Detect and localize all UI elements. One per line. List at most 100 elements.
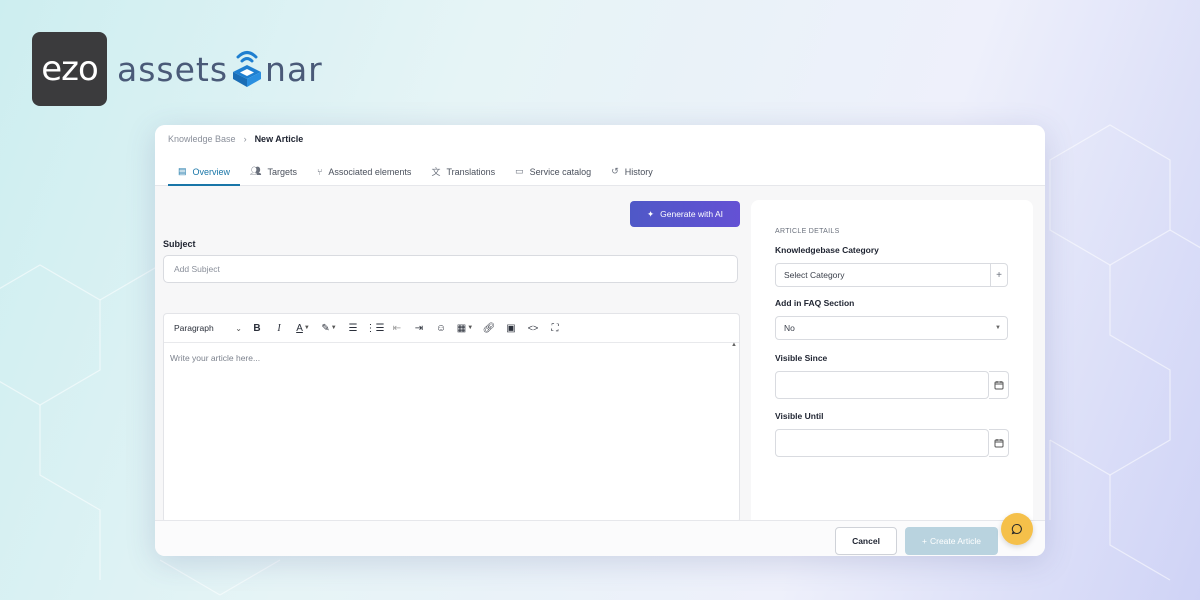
code-icon: <> [527,323,539,333]
visible-since-input[interactable] [775,371,989,399]
indent-icon: ⇥ [414,322,424,334]
block-format-value: Paragraph [174,323,214,333]
breadcrumb: Knowledge Base › New Article [168,134,303,144]
tab-label: History [624,166,653,177]
table-icon: ▦ [456,322,467,334]
fullscreen-icon: ⛶ [551,322,559,334]
tab-label: Targets [267,166,297,177]
new-article-window: Knowledge Base › New Article ▤ Overview … [155,125,1045,556]
category-placeholder: Select Category [784,270,845,280]
block-format-select[interactable]: Paragraph ⌄ [170,319,246,337]
table-button[interactable]: ▦ ▼ [452,319,478,337]
faq-label: Add in FAQ Section [775,298,855,308]
subject-label: Subject [163,239,196,249]
highlighter-icon: ✎ [321,322,330,334]
editor-toolbar: Paragraph ⌄ B I A ▼ ✎ ▼ ☰ ⋮☰ ⇤ ⇥ ☺ ▦ ▼ 🔗︎ ▣… [164,314,739,343]
outdent-button[interactable]: ⇤ [386,319,408,337]
dropdown-arrow-icon: ▼ [995,325,1001,331]
italic-button[interactable]: I [268,319,290,337]
bold-button[interactable]: B [246,319,268,337]
add-category-icon[interactable]: + [990,264,1007,286]
scroll-up-icon[interactable]: ▲ [731,342,737,348]
editor-placeholder: Write your article here... [170,353,261,363]
bullet-list-button[interactable]: ☰ [342,319,364,337]
outdent-icon: ⇤ [392,322,402,334]
tab-bar: ▤ Overview 👥︎ Targets ⑂ Associated eleme… [168,159,663,186]
tab-overview[interactable]: ▤ Overview [168,159,241,186]
ezo-logo-text: ezo [41,49,99,89]
hierarchy-icon: ⑂ [316,166,323,177]
chevron-down-icon: ⌄ [235,323,242,333]
article-editor: Paragraph ⌄ B I A ▼ ✎ ▼ ☰ ⋮☰ ⇤ ⇥ ☺ ▦ ▼ 🔗︎ ▣… [163,313,740,523]
cancel-label: Cancel [852,536,880,546]
chat-bubble-icon [1011,523,1022,535]
logo-asset-text: assets [117,49,229,89]
calendar-icon [994,439,1003,448]
chat-support-button[interactable] [1001,513,1033,545]
breadcrumb-current: New Article [254,134,304,144]
folder-icon: ▭ [515,166,524,176]
bullet-list-icon: ☰ [348,322,358,334]
generate-label: Generate with AI [660,209,723,219]
fullscreen-button[interactable]: ⛶ [544,319,566,337]
visible-since-label: Visible Since [775,353,828,363]
plus-icon: + [922,536,927,546]
faq-select[interactable]: No ▼ [775,316,1008,340]
image-button[interactable]: ▣ [500,319,522,337]
cancel-button[interactable]: Cancel [835,527,897,555]
link-icon: 🔗︎ [482,322,496,334]
visible-until-field [775,429,1009,457]
text-color-button[interactable]: A ▼ [290,319,316,337]
tab-history[interactable]: ↺ History [601,159,663,184]
source-code-button[interactable]: <> [522,319,544,337]
visible-since-field [775,371,1009,399]
tab-service-catalog[interactable]: ▭ Service catalog [505,159,601,184]
tab-label: Translations [446,166,496,177]
numbered-list-icon: ⋮☰ [365,322,385,334]
history-icon: ↺ [611,166,619,176]
article-details-panel: ARTICLE DETAILS Knowledgebase Category S… [751,200,1033,530]
tab-label: Service catalog [529,166,592,177]
tab-targets[interactable]: 👥︎ Targets [240,159,307,184]
chevron-down-icon: ▼ [303,325,310,331]
text-color-icon: A [296,322,303,334]
faq-value: No [784,323,795,333]
link-button[interactable]: 🔗︎ [478,319,500,337]
ezo-logo: ezo [32,32,107,106]
category-select[interactable]: Select Category + [775,263,1008,287]
emoji-icon: ☺ [435,322,447,334]
chevron-down-icon: ▼ [330,325,337,331]
editor-content-area[interactable]: ▲ Write your article here... [164,342,739,533]
window-footer: Cancel + Create Article [155,520,1045,556]
breadcrumb-separator: › [243,134,247,144]
article-details-heading: ARTICLE DETAILS [775,228,840,235]
tab-label: Associated elements [328,166,412,177]
assetsonar-logo: assets nar [117,44,323,94]
tab-associated-elements[interactable]: ⑂ Associated elements [307,159,421,184]
sonar-box-icon [233,51,262,87]
breadcrumb-knowledge-base[interactable]: Knowledge Base [168,134,236,144]
visible-since-calendar-button[interactable] [989,371,1009,399]
tab-label: Overview [192,166,231,177]
calendar-icon [994,381,1003,390]
visible-until-label: Visible Until [775,411,824,421]
indent-button[interactable]: ⇥ [408,319,430,337]
document-icon: ▤ [178,166,187,176]
numbered-list-button[interactable]: ⋮☰ [364,319,386,337]
create-article-button[interactable]: + Create Article [905,527,998,555]
italic-icon: I [277,322,281,334]
highlight-color-button[interactable]: ✎ ▼ [316,319,342,337]
sparkle-icon: ✦ [647,208,655,219]
bold-icon: B [253,322,261,334]
subject-placeholder: Add Subject [174,264,220,274]
translate-icon: 文 [431,167,441,177]
chevron-down-icon: ▼ [467,325,474,331]
subject-input[interactable]: Add Subject [163,255,738,283]
emoji-button[interactable]: ☺ [430,319,452,337]
tab-translations[interactable]: 文 Translations [421,159,505,184]
visible-until-input[interactable] [775,429,989,457]
image-icon: ▣ [506,322,516,334]
visible-until-calendar-button[interactable] [989,429,1009,457]
generate-with-ai-button[interactable]: ✦ Generate with AI [630,201,740,227]
logo-sonar-suffix: nar [265,49,323,89]
